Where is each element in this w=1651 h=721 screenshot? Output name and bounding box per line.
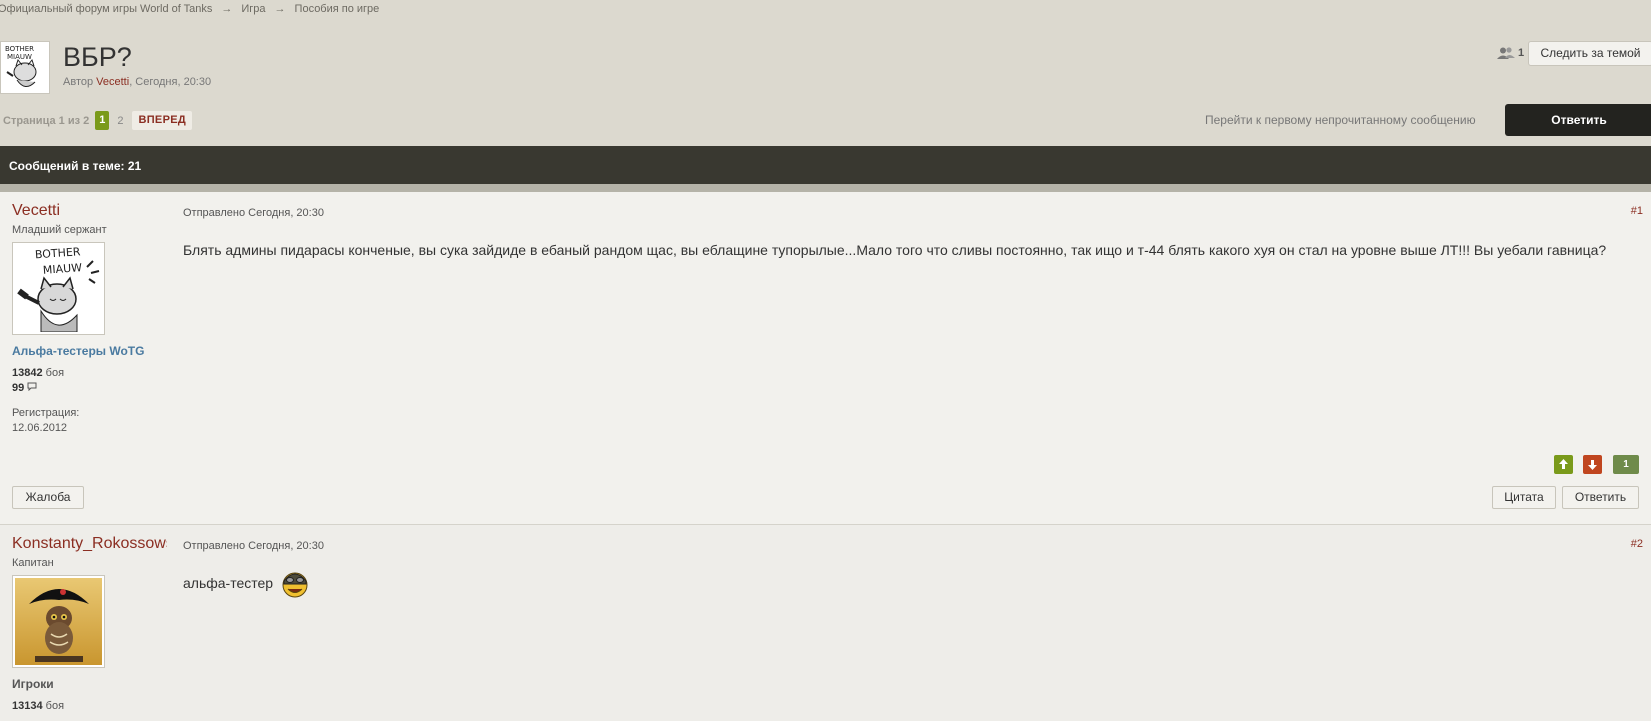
posts-count: 99 xyxy=(12,382,25,394)
breadcrumb-item-forum[interactable]: Официальный форум игры World of Tanks xyxy=(0,3,212,15)
breadcrumb-arrow-icon: → xyxy=(221,3,233,15)
post-author-rank: Младший сержант xyxy=(12,224,107,236)
battles-count: 13134 xyxy=(12,700,43,712)
posts-count-label: Сообщений в теме: 21 xyxy=(9,159,142,173)
topic-meta: Автор Vecetti, Сегодня, 20:30 xyxy=(63,76,211,88)
users-icon xyxy=(1497,47,1515,59)
battles-count: 13842 xyxy=(12,367,43,379)
divider xyxy=(0,184,1651,192)
vote-up-button[interactable] xyxy=(1554,455,1573,474)
breadcrumb-item-game[interactable]: Игра xyxy=(241,3,265,15)
followers-count: 1 xyxy=(1518,47,1525,59)
post-author-avatar[interactable] xyxy=(12,575,105,668)
posts-count-bar: Сообщений в теме: 21 xyxy=(0,146,1651,184)
post-author-stats: 13842 боя 99 xyxy=(12,366,64,396)
page-title: ВБР? xyxy=(63,42,132,72)
follow-topic-button[interactable]: Следить за темой xyxy=(1528,41,1651,66)
post-body: Блять админы пидарасы конченые, вы сука … xyxy=(183,242,1607,258)
post-author-group[interactable]: Игроки xyxy=(12,677,54,691)
battles-label: боя xyxy=(45,700,65,712)
vote-down-button[interactable] xyxy=(1583,455,1602,474)
rating-count: 1 xyxy=(1613,455,1639,474)
post-author-registration: Регистрация: 12.06.2012 xyxy=(12,406,79,436)
reply-button[interactable]: Ответить xyxy=(1505,104,1651,136)
post-author-stats: 13134 боя xyxy=(12,699,64,714)
quote-button[interactable]: Цитата xyxy=(1492,486,1556,509)
post-author-name[interactable]: Konstanty_Rokossowski xyxy=(12,535,167,553)
post-number-link[interactable]: #1 xyxy=(1631,205,1643,217)
followers-indicator[interactable]: 1 xyxy=(1497,47,1524,59)
report-button[interactable]: Жалоба xyxy=(12,486,84,509)
topic-author-avatar[interactable]: BOTHER MIAUW xyxy=(0,41,50,94)
post-author-rank: Капитан xyxy=(12,557,54,569)
svg-text:MIAUW: MIAUW xyxy=(42,261,82,277)
post: Vecetti Младший сержант BOTHER MIAUW Аль… xyxy=(0,192,1651,525)
topic-meta-prefix: Автор xyxy=(63,76,94,88)
topic-meta-date: , Сегодня, 20:30 xyxy=(129,76,212,88)
registration-date: 12.06.2012 xyxy=(12,422,68,434)
first-unread-link[interactable]: Перейти к первому непрочитанному сообщен… xyxy=(1205,113,1476,127)
comment-icon xyxy=(27,382,37,392)
post-author-name[interactable]: Vecetti xyxy=(12,202,167,220)
post-author-avatar[interactable]: BOTHER MIAUW xyxy=(12,242,105,335)
registration-label: Регистрация: xyxy=(12,407,80,419)
pagination-label: Страница 1 из 2 xyxy=(3,114,90,127)
page-link-2[interactable]: 2 xyxy=(117,115,123,127)
post: Konstanty_Rokossowski Капитан Игроки 131… xyxy=(0,525,1651,721)
page-current: 1 xyxy=(95,111,110,130)
breadcrumb: Официальный форум игры World of Tanks → Иг… xyxy=(0,3,379,15)
arrow-up-icon xyxy=(1559,459,1568,469)
battles-label: боя xyxy=(45,367,65,379)
post-body-text: альфа-тестер xyxy=(183,575,274,591)
breadcrumb-item-guides[interactable]: Пособия по игре xyxy=(295,3,380,15)
tanker-smiley-icon xyxy=(282,572,308,598)
post-body: альфа-тестер xyxy=(183,567,311,599)
next-page-button[interactable]: ВПЕРЕД xyxy=(132,111,192,130)
post-date: Отправлено Сегодня, 20:30 xyxy=(183,207,324,219)
post-date: Отправлено Сегодня, 20:30 xyxy=(183,540,324,552)
arrow-down-icon xyxy=(1588,460,1597,470)
svg-text:BOTHER: BOTHER xyxy=(5,45,34,53)
pagination: Страница 1 из 2 1 2 ВПЕРЕД xyxy=(3,111,192,130)
svg-text:MIAUW: MIAUW xyxy=(7,53,32,61)
breadcrumb-arrow-icon: → xyxy=(274,3,286,15)
post-number-link[interactable]: #2 xyxy=(1631,538,1643,550)
post-author-group[interactable]: Альфа-тестеры WoTG xyxy=(12,344,144,358)
topic-author-link[interactable]: Vecetti xyxy=(96,76,129,88)
post-reply-button[interactable]: Ответить xyxy=(1562,486,1639,509)
